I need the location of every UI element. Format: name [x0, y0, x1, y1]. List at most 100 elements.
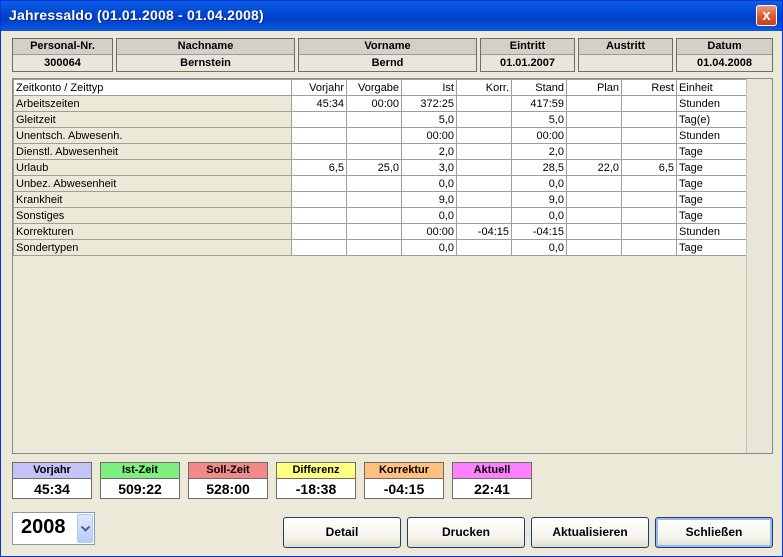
- table-cell: [291, 143, 347, 160]
- year-dropdown-button[interactable]: [77, 514, 93, 543]
- table-cell: 00:00: [511, 127, 567, 144]
- table-cell: [621, 239, 677, 256]
- field-eintritt: Eintritt 01.01.2007: [480, 38, 575, 72]
- field-datum: Datum 01.04.2008: [676, 38, 773, 72]
- summary-value: 528:00: [206, 481, 250, 497]
- table-cell: [621, 207, 677, 224]
- table-cell: [346, 191, 402, 208]
- drucken-button[interactable]: Drucken: [407, 517, 525, 548]
- row-label-cell: Dienstl. Abwesenheit: [13, 143, 292, 160]
- schliessen-button[interactable]: Schließen: [655, 517, 773, 548]
- summary-aktuell: Aktuell 22:41: [452, 462, 532, 499]
- row-label-cell: Unbez. Abwesenheit: [13, 175, 292, 192]
- summary-label: Korrektur: [365, 463, 443, 479]
- row-label-cell: Unentsch. Abwesenh.: [13, 127, 292, 144]
- column-header[interactable]: Rest: [621, 79, 677, 96]
- summary-korrektur: Korrektur -04:15: [364, 462, 444, 499]
- table-cell: [346, 175, 402, 192]
- table-cell: [456, 143, 512, 160]
- field-label: Datum: [677, 39, 772, 55]
- field-value: Bernd: [299, 55, 476, 71]
- table-row[interactable]: Dienstl. Abwesenheit 2,0 2,0 Tage: [13, 143, 750, 160]
- table-cell: 6,5: [291, 159, 347, 176]
- table-cell: 0,0: [511, 207, 567, 224]
- summary-value: 45:34: [34, 481, 70, 497]
- table-cell: [566, 95, 622, 112]
- table-row[interactable]: Sonstiges 0,0 0,0 Tage: [13, 207, 750, 224]
- column-header[interactable]: Einheit: [676, 79, 750, 96]
- row-label-cell: Sonstiges: [13, 207, 292, 224]
- field-value: [579, 55, 672, 71]
- field-value: 01.01.2007: [481, 55, 574, 71]
- row-label-cell: Krankheit: [13, 191, 292, 208]
- table-cell: 28,5: [511, 159, 567, 176]
- table-cell: 0,0: [401, 175, 457, 192]
- table-cell: [566, 143, 622, 160]
- table-cell: Stunden: [676, 127, 750, 144]
- table-row[interactable]: Urlaub 6,5 25,0 3,0 28,5 22,0 6,5 Tage: [13, 159, 750, 176]
- table-cell: 6,5: [621, 159, 677, 176]
- column-header[interactable]: Vorjahr: [291, 79, 347, 96]
- summary-value: 509:22: [118, 481, 162, 497]
- year-select[interactable]: 2008: [12, 512, 95, 545]
- table-cell: [566, 239, 622, 256]
- column-header[interactable]: Vorgabe: [346, 79, 402, 96]
- table-cell: [346, 207, 402, 224]
- year-select-value: 2008: [21, 516, 66, 538]
- row-label-cell: Sondertypen: [13, 239, 292, 256]
- table-cell: [456, 191, 512, 208]
- table-cell: [291, 191, 347, 208]
- chevron-down-icon: [81, 526, 90, 532]
- summary-value: -04:15: [383, 481, 425, 497]
- table-cell: [291, 223, 347, 240]
- column-header[interactable]: Plan: [566, 79, 622, 96]
- detail-button[interactable]: Detail: [283, 517, 401, 548]
- table-cell: [346, 223, 402, 240]
- table-cell: [621, 143, 677, 160]
- column-header[interactable]: Korr.: [456, 79, 512, 96]
- table-cell: 0,0: [401, 207, 457, 224]
- table-cell: [456, 207, 512, 224]
- table-cell: [566, 127, 622, 144]
- table-cell: Tage: [676, 143, 750, 160]
- table-row[interactable]: Korrekturen 00:00 -04:15 -04:15 Stunden: [13, 223, 750, 240]
- field-label: Austritt: [579, 39, 672, 55]
- field-value: Bernstein: [117, 55, 294, 71]
- field-nachname: Nachname Bernstein: [116, 38, 295, 72]
- table-cell: [291, 175, 347, 192]
- table-cell: [346, 127, 402, 144]
- table-row[interactable]: Unbez. Abwesenheit 0,0 0,0 Tage: [13, 175, 750, 192]
- column-header[interactable]: Ist: [401, 79, 457, 96]
- summary-label: Soll-Zeit: [189, 463, 267, 479]
- title-bar[interactable]: Jahressaldo (01.01.2008 - 01.04.2008) x: [1, 1, 782, 31]
- table-cell: Stunden: [676, 95, 750, 112]
- column-header[interactable]: Stand: [511, 79, 567, 96]
- table-cell: [291, 127, 347, 144]
- table-cell: 372:25: [401, 95, 457, 112]
- table-cell: [291, 207, 347, 224]
- table-cell: [566, 191, 622, 208]
- table-cell: Tage: [676, 239, 750, 256]
- field-austritt: Austritt: [578, 38, 673, 72]
- table-row[interactable]: Arbeitszeiten 45:34 00:00 372:25 417:59 Stund…: [13, 95, 750, 112]
- table-cell: [456, 175, 512, 192]
- row-label-cell: Arbeitszeiten: [13, 95, 292, 112]
- aktualisieren-button[interactable]: Aktualisieren: [531, 517, 649, 548]
- table-cell: 2,0: [511, 143, 567, 160]
- field-label: Nachname: [117, 39, 294, 55]
- table-cell: 3,0: [401, 159, 457, 176]
- table-row[interactable]: Gleitzeit 5,0 5,0 Tag(e): [13, 111, 750, 128]
- column-header[interactable]: Zeitkonto / Zeittyp: [13, 79, 292, 96]
- table-cell: 9,0: [511, 191, 567, 208]
- table-header-row: Zeitkonto / Zeittyp Vorjahr Vorgabe Ist …: [13, 79, 750, 96]
- summary-vorjahr: Vorjahr 45:34: [12, 462, 92, 499]
- table-cell: 5,0: [401, 111, 457, 128]
- table-row[interactable]: Unentsch. Abwesenh. 00:00 00:00 Stunden: [13, 127, 750, 144]
- table-cell: -04:15: [511, 223, 567, 240]
- close-icon: x: [762, 7, 771, 24]
- close-button[interactable]: x: [756, 5, 777, 26]
- table-row[interactable]: Krankheit 9,0 9,0 Tage: [13, 191, 750, 208]
- table-cell: 25,0: [346, 159, 402, 176]
- table-row[interactable]: Sondertypen 0,0 0,0 Tage: [13, 239, 750, 256]
- table-cell: 5,0: [511, 111, 567, 128]
